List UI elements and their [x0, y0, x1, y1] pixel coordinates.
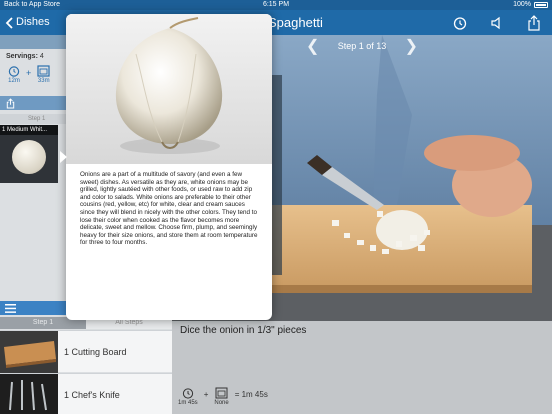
- ingredient-info-popover: Onions are a part of a multitude of savo…: [66, 14, 272, 320]
- status-time: 6:15 PM: [262, 1, 290, 8]
- cook-time-value: 33m: [37, 78, 50, 84]
- chefs-knife-thumbnail: [0, 373, 58, 414]
- share-icon: [527, 14, 540, 31]
- popover-arrow: [60, 151, 67, 163]
- speaker-icon: [490, 16, 500, 29]
- cook-time: 33m: [37, 65, 50, 84]
- oven-icon: [215, 387, 228, 399]
- timer-icon: [453, 16, 466, 30]
- prep-timer: 1m 45s: [178, 387, 198, 406]
- app-window: Back to App Store 6:15 PM 100% Dishes Sp…: [0, 0, 552, 414]
- equipment-item[interactable]: 1 Cutting Board: [0, 330, 172, 373]
- step-timers: 1m 45s + None = 1m 45s: [178, 387, 268, 406]
- prev-step-chevron-left-icon[interactable]: ❮: [304, 36, 322, 56]
- step-indicator: Step 1 of 13: [337, 41, 387, 51]
- onion-image: [66, 14, 272, 164]
- page-title: Spaghetti: [268, 15, 323, 30]
- share-icon: [6, 97, 15, 108]
- battery-icon: [534, 2, 548, 8]
- share-button[interactable]: [525, 14, 542, 31]
- prep-timer-value: 1m 45s: [178, 400, 198, 406]
- recipe-times: 12m + 33m: [8, 65, 50, 84]
- plus-sign: +: [26, 68, 32, 78]
- stopwatch-icon: [182, 388, 193, 399]
- battery-percent: 100%: [513, 1, 531, 8]
- cutting-board-thumbnail: [0, 330, 58, 373]
- equipment-label: 1 Cutting Board: [64, 346, 127, 357]
- stopwatch-icon: [8, 66, 20, 77]
- prep-time-value: 12m: [8, 78, 20, 84]
- servings-label: Servings:: [6, 53, 38, 60]
- ingredient-onion-card[interactable]: 1 Medium Whit...: [0, 125, 58, 183]
- dishes-back-button[interactable]: Dishes: [5, 10, 50, 35]
- oven-icon: [37, 65, 50, 77]
- chevron-left-icon: [5, 16, 13, 29]
- hamburger-menu-icon: [5, 303, 16, 313]
- servings[interactable]: Servings: 4: [6, 53, 44, 60]
- timer-button[interactable]: [451, 14, 468, 31]
- status-right: 100%: [513, 0, 548, 10]
- ingredient-caption: 1 Medium Whit...: [0, 125, 58, 135]
- onion-thumbnail: [12, 140, 46, 174]
- chefs-knife-image: [0, 373, 58, 414]
- status-bar: Back to App Store 6:15 PM 100%: [0, 0, 552, 10]
- next-step-chevron-right-icon[interactable]: ❯: [402, 36, 420, 56]
- cook-timer-value: None: [214, 400, 229, 406]
- instruction-panel: Dice the onion in 1/3" pieces 1m 45s + N…: [172, 321, 552, 414]
- servings-value: 4: [39, 53, 44, 60]
- nav-actions: [451, 14, 542, 31]
- onion-photo: [66, 14, 272, 164]
- cutting-board-image: [0, 330, 58, 373]
- ingredient-description: Onions are a part of a multitude of savo…: [80, 171, 258, 247]
- equipment-item[interactable]: 1 Chef's Knife: [0, 373, 172, 414]
- sound-button[interactable]: [488, 14, 505, 31]
- total-timer: = 1m 45s: [234, 390, 268, 399]
- prep-time: 12m: [8, 65, 20, 84]
- back-label: Dishes: [16, 16, 50, 28]
- plus-sign: +: [203, 390, 209, 399]
- cook-timer: None: [214, 387, 229, 406]
- equipment-label: 1 Chef's Knife: [64, 389, 120, 400]
- instruction-text: Dice the onion in 1/3" pieces: [180, 325, 307, 336]
